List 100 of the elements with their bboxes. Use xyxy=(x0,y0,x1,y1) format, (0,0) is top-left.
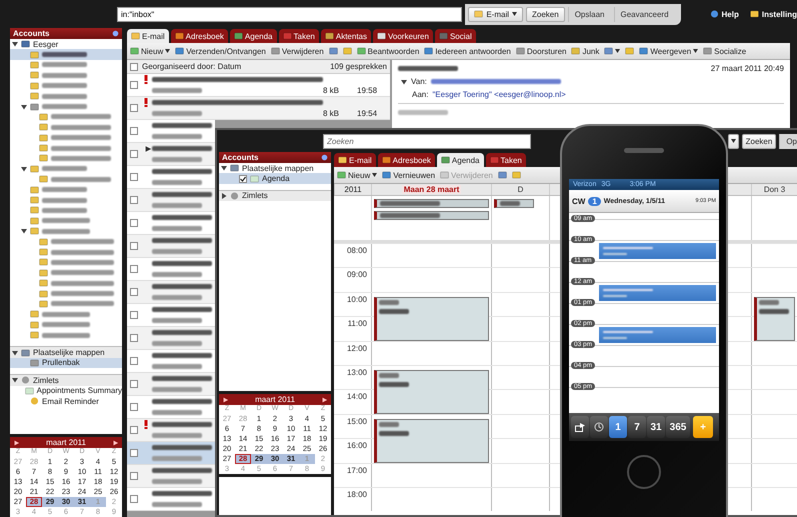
message-row[interactable] xyxy=(127,166,215,189)
tree-item[interactable]: Prullenbak xyxy=(10,358,122,368)
tab[interactable]: Adresboek xyxy=(170,29,228,43)
checkbox[interactable] xyxy=(130,104,138,112)
tab[interactable]: E-mail xyxy=(334,153,376,167)
all-day-event[interactable] xyxy=(494,199,534,208)
search-button[interactable]: Zoeken xyxy=(526,6,565,22)
message-row[interactable] xyxy=(127,419,215,442)
message-row[interactable] xyxy=(127,258,215,281)
message-row[interactable] xyxy=(127,350,215,373)
checkbox[interactable] xyxy=(130,449,138,457)
checkbox[interactable] xyxy=(130,380,138,388)
calendar-event[interactable] xyxy=(374,296,489,341)
message-row[interactable] xyxy=(127,304,215,327)
expand-arrow-icon[interactable] xyxy=(21,104,27,110)
checkbox[interactable] xyxy=(130,242,138,250)
expand-arrow-icon[interactable] xyxy=(12,377,18,384)
checkbox[interactable] xyxy=(130,357,138,365)
toolbar-button[interactable]: Opslaan xyxy=(568,6,610,22)
expand-arrow-icon[interactable] xyxy=(12,350,18,356)
tab[interactable]: Social xyxy=(434,29,476,43)
all-day-event[interactable] xyxy=(374,211,489,220)
toolbar-button[interactable]: Nieuw xyxy=(336,170,378,180)
tab[interactable]: Agenda xyxy=(230,29,277,43)
checkbox[interactable] xyxy=(130,219,138,227)
calendar-event[interactable] xyxy=(599,327,716,343)
tree-item[interactable]: Zimlets xyxy=(219,190,331,202)
checkbox[interactable] xyxy=(130,403,138,411)
tree-item[interactable]: Plaatselijke mappen xyxy=(219,163,331,174)
toolbar-button[interactable]: Iedereen antwoorden xyxy=(423,46,512,56)
toolbar-icon-button[interactable] xyxy=(603,47,622,55)
tab[interactable]: Agenda xyxy=(436,153,484,167)
recipient-link[interactable]: "Eesger Toering" <eesger@linoop.nl> xyxy=(432,90,566,99)
expand-arrow-icon[interactable] xyxy=(21,166,27,172)
message-row[interactable] xyxy=(127,189,215,212)
day-header[interactable]: Maan 28 maart xyxy=(402,185,462,194)
message-row[interactable] xyxy=(127,212,215,235)
view-button[interactable]: 365 xyxy=(666,416,690,438)
search-button[interactable]: Zoeken xyxy=(742,134,776,148)
home-button[interactable] xyxy=(627,455,661,489)
checkbox[interactable] xyxy=(130,196,138,204)
search-field[interactable]: in:"inbox" xyxy=(117,6,462,22)
dropdown-button[interactable] xyxy=(728,134,739,148)
tree-item[interactable] xyxy=(10,49,122,60)
expand-arrow-icon[interactable] xyxy=(221,192,227,199)
expand-arrow-icon[interactable] xyxy=(221,165,227,172)
view-button[interactable]: 7 xyxy=(628,416,646,438)
share-button[interactable] xyxy=(571,416,589,438)
checkbox[interactable] xyxy=(130,426,138,434)
checkbox[interactable] xyxy=(130,173,138,181)
collapse-arrow-icon[interactable] xyxy=(401,78,407,84)
checkbox[interactable] xyxy=(130,62,138,70)
message-row[interactable] xyxy=(127,442,215,465)
search-field[interactable]: Zoeken xyxy=(323,134,531,148)
top-link[interactable]: Help xyxy=(710,10,739,18)
calendar-event[interactable] xyxy=(599,243,716,259)
toolbar-button[interactable]: Doorsturen xyxy=(514,46,568,56)
tab[interactable]: Aktentas xyxy=(320,29,372,43)
message-row[interactable] xyxy=(127,465,215,488)
tree-item[interactable]: Appointments Summary xyxy=(10,386,122,396)
tab[interactable]: Taken xyxy=(486,153,526,167)
toolbar-button[interactable]: Nieuw xyxy=(129,46,172,56)
calendar-event[interactable] xyxy=(599,285,716,301)
toolbar-button[interactable]: Socialize xyxy=(702,46,748,56)
checkbox[interactable] xyxy=(130,495,138,503)
checkbox[interactable] xyxy=(130,81,138,89)
checkbox[interactable] xyxy=(130,334,138,342)
toolbar-button[interactable]: Junk xyxy=(570,46,600,56)
toolbar-button[interactable]: Vernieuwen xyxy=(381,170,436,180)
day-header[interactable]: D xyxy=(516,185,526,194)
message-row[interactable]: 8 kB 19:54 xyxy=(127,97,390,120)
tree-item[interactable]: Zimlets xyxy=(10,375,122,386)
view-button[interactable]: 31 xyxy=(647,416,665,438)
checkbox[interactable] xyxy=(130,127,138,135)
message-row[interactable] xyxy=(127,373,215,396)
message-row[interactable] xyxy=(127,235,215,258)
tab[interactable]: Voorkeuren xyxy=(373,29,433,43)
checkbox[interactable] xyxy=(130,472,138,480)
search-type-dropdown[interactable]: E-mail xyxy=(468,6,524,22)
toolbar-button[interactable]: Verzenden/Ontvangen xyxy=(174,46,267,56)
tab[interactable]: Taken xyxy=(278,29,319,43)
toolbar-button[interactable]: Geavanceerd xyxy=(614,6,675,22)
checkbox[interactable] xyxy=(130,288,138,296)
toolbar-button[interactable]: Weergeven xyxy=(638,46,700,56)
calendar-event[interactable] xyxy=(374,370,489,414)
message-row[interactable] xyxy=(127,281,215,304)
expand-arrow-icon[interactable] xyxy=(21,228,27,234)
checkbox[interactable] xyxy=(130,311,138,319)
checkbox[interactable] xyxy=(130,150,138,158)
sort-label[interactable]: Georganiseerd door: Datum xyxy=(142,62,242,71)
message-row[interactable] xyxy=(127,120,215,143)
toolbar-button[interactable]: Op xyxy=(779,134,797,148)
clock-button[interactable] xyxy=(590,416,608,438)
view-button[interactable]: 1 xyxy=(609,416,627,438)
tab[interactable]: Adresboek xyxy=(378,153,435,167)
calendar-event[interactable] xyxy=(754,296,795,341)
message-row[interactable] xyxy=(127,488,215,511)
all-day-event[interactable] xyxy=(374,199,489,208)
message-row[interactable]: 8 kB 19:58 xyxy=(127,74,390,97)
tree-item[interactable]: Email Reminder xyxy=(10,396,122,406)
